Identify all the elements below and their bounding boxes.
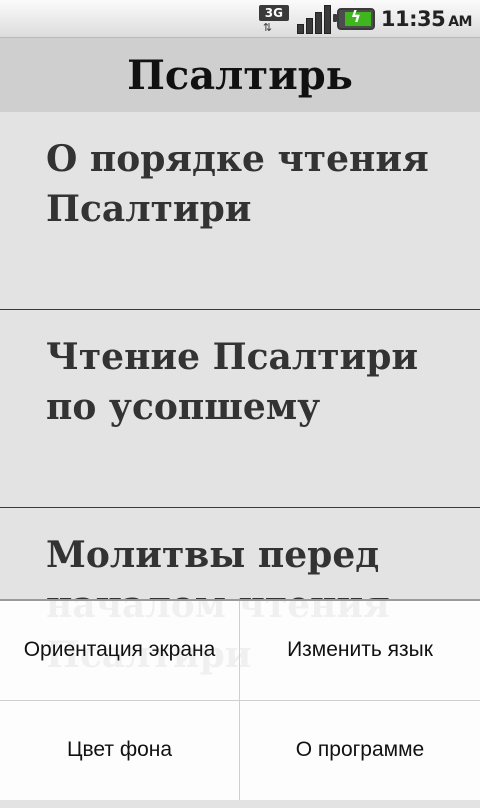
list-item-label: Чтение Псалтири по усопшему: [46, 336, 419, 428]
menu-item-about[interactable]: О программе: [240, 701, 480, 801]
clock: 11:35 AM: [380, 7, 473, 31]
list-item-reading-for-deceased[interactable]: Чтение Псалтири по усопшему: [0, 310, 480, 508]
menu-item-screen-orientation[interactable]: Ориентация экрана: [0, 601, 240, 701]
clock-time: 11:35: [380, 7, 446, 31]
page-title: Псалтирь: [127, 52, 353, 99]
status-icons: 3G ⇅ ϟ 11:35 AM: [258, 3, 473, 35]
network-type-label: 3G: [258, 5, 289, 21]
clock-ampm: AM: [448, 14, 472, 30]
menu-item-background-color[interactable]: Цвет фона: [0, 700, 240, 800]
status-bar: 3G ⇅ ϟ 11:35 AM: [0, 0, 480, 38]
data-activity-icon: ⇅: [262, 21, 273, 34]
title-bar: Псалтирь: [0, 38, 480, 112]
list-item-label: О порядке чтения Псалтири: [46, 138, 429, 230]
battery-charging-icon: ϟ: [332, 7, 375, 30]
signal-strength-icon: [296, 4, 331, 34]
network-3g-icon: 3G ⇅: [258, 3, 291, 35]
options-menu: Ориентация экрана Изменить язык Цвет фон…: [0, 599, 480, 800]
menu-item-change-language[interactable]: Изменить язык: [240, 601, 480, 701]
list-item-reading-order[interactable]: О порядке чтения Псалтири: [0, 112, 480, 310]
